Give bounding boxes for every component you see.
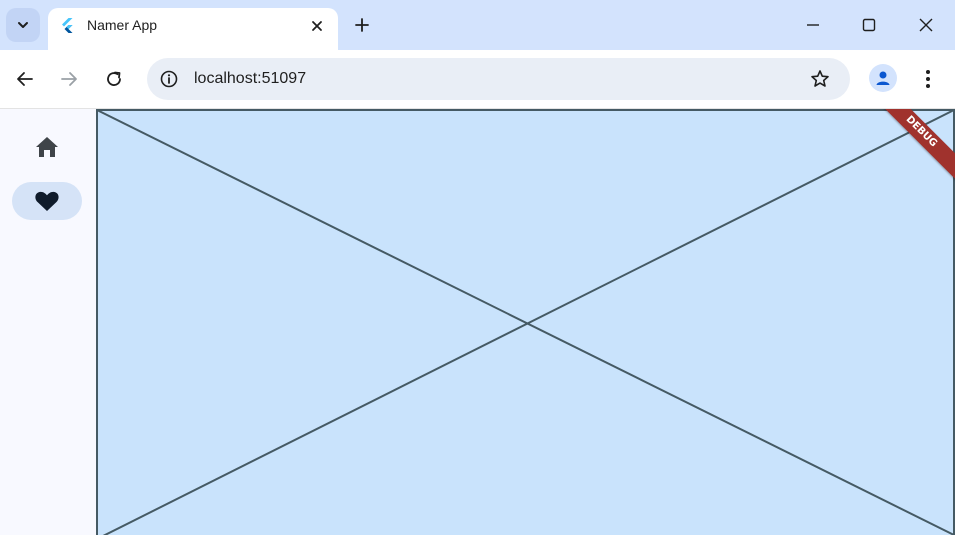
plus-icon (355, 18, 369, 32)
rail-destination-favorites[interactable] (12, 182, 82, 220)
placeholder-content (96, 109, 955, 535)
arrow-left-icon (17, 72, 33, 86)
tab-title: Namer App (87, 17, 158, 33)
forward-button[interactable] (54, 64, 84, 94)
navigation-rail (0, 109, 96, 535)
url-text[interactable]: localhost:51097 (194, 70, 306, 88)
maximize-button[interactable] (854, 10, 884, 40)
minimize-button[interactable] (798, 10, 828, 40)
new-tab-button[interactable] (350, 13, 374, 37)
profile-button[interactable] (869, 64, 897, 92)
minimize-icon (807, 24, 819, 26)
reload-button[interactable] (99, 64, 129, 94)
browser-tab-active[interactable]: Namer App (48, 8, 338, 50)
person-icon (876, 71, 890, 85)
home-icon (36, 137, 58, 157)
favorite-heart-icon (35, 191, 59, 211)
close-icon (312, 21, 322, 31)
info-icon (160, 70, 178, 88)
rail-destination-home[interactable] (12, 128, 82, 166)
flutter-logo-icon (62, 18, 73, 33)
tab-close-button[interactable] (307, 16, 327, 36)
star-icon (811, 70, 829, 87)
placeholder-graphic (96, 109, 955, 535)
browser-menu-button[interactable] (913, 64, 943, 94)
close-window-button[interactable] (911, 10, 941, 40)
browser-tab-strip: Namer App (0, 0, 955, 50)
more-vert-icon (926, 70, 930, 88)
arrow-right-icon (61, 72, 77, 86)
chevron-down-icon (18, 22, 28, 28)
site-info-button[interactable] (155, 65, 183, 93)
maximize-icon (862, 18, 876, 32)
address-bar[interactable]: localhost:51097 (147, 58, 850, 100)
app-viewport: DEBUG (0, 109, 955, 535)
back-button[interactable] (10, 64, 40, 94)
bookmark-button[interactable] (808, 67, 832, 91)
tab-search-button[interactable] (6, 8, 40, 42)
reload-icon (107, 71, 121, 86)
close-icon (919, 18, 933, 32)
browser-toolbar: localhost:51097 (0, 50, 955, 109)
